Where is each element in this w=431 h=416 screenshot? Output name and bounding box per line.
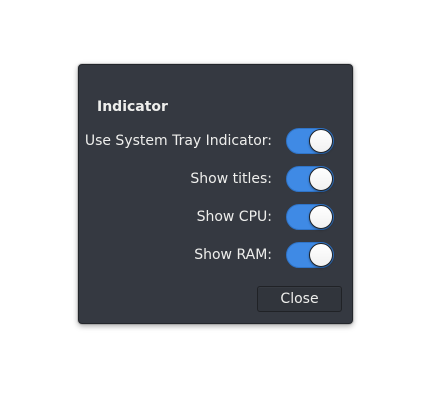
show-cpu-label: Show CPU: xyxy=(196,209,272,225)
option-row-show-ram: Show RAM: xyxy=(194,242,334,268)
indicator-settings-dialog: Indicator Use System Tray Indicator: Sho… xyxy=(78,64,353,324)
close-button[interactable]: Close xyxy=(257,286,342,312)
system-tray-switch[interactable] xyxy=(286,128,334,154)
option-row-show-titles: Show titles: xyxy=(190,166,334,192)
show-ram-label: Show RAM: xyxy=(194,247,272,263)
switch-knob xyxy=(309,243,333,267)
section-title: Indicator xyxy=(97,99,168,115)
option-row-system-tray: Use System Tray Indicator: xyxy=(85,128,334,154)
show-titles-label: Show titles: xyxy=(190,171,272,187)
switch-knob xyxy=(309,167,333,191)
show-ram-switch[interactable] xyxy=(286,242,334,268)
option-row-show-cpu: Show CPU: xyxy=(197,204,334,230)
switch-knob xyxy=(309,129,333,153)
system-tray-label: Use System Tray Indicator: xyxy=(84,133,272,149)
show-titles-switch[interactable] xyxy=(286,166,334,192)
show-cpu-switch[interactable] xyxy=(286,204,334,230)
switch-knob xyxy=(309,205,333,229)
